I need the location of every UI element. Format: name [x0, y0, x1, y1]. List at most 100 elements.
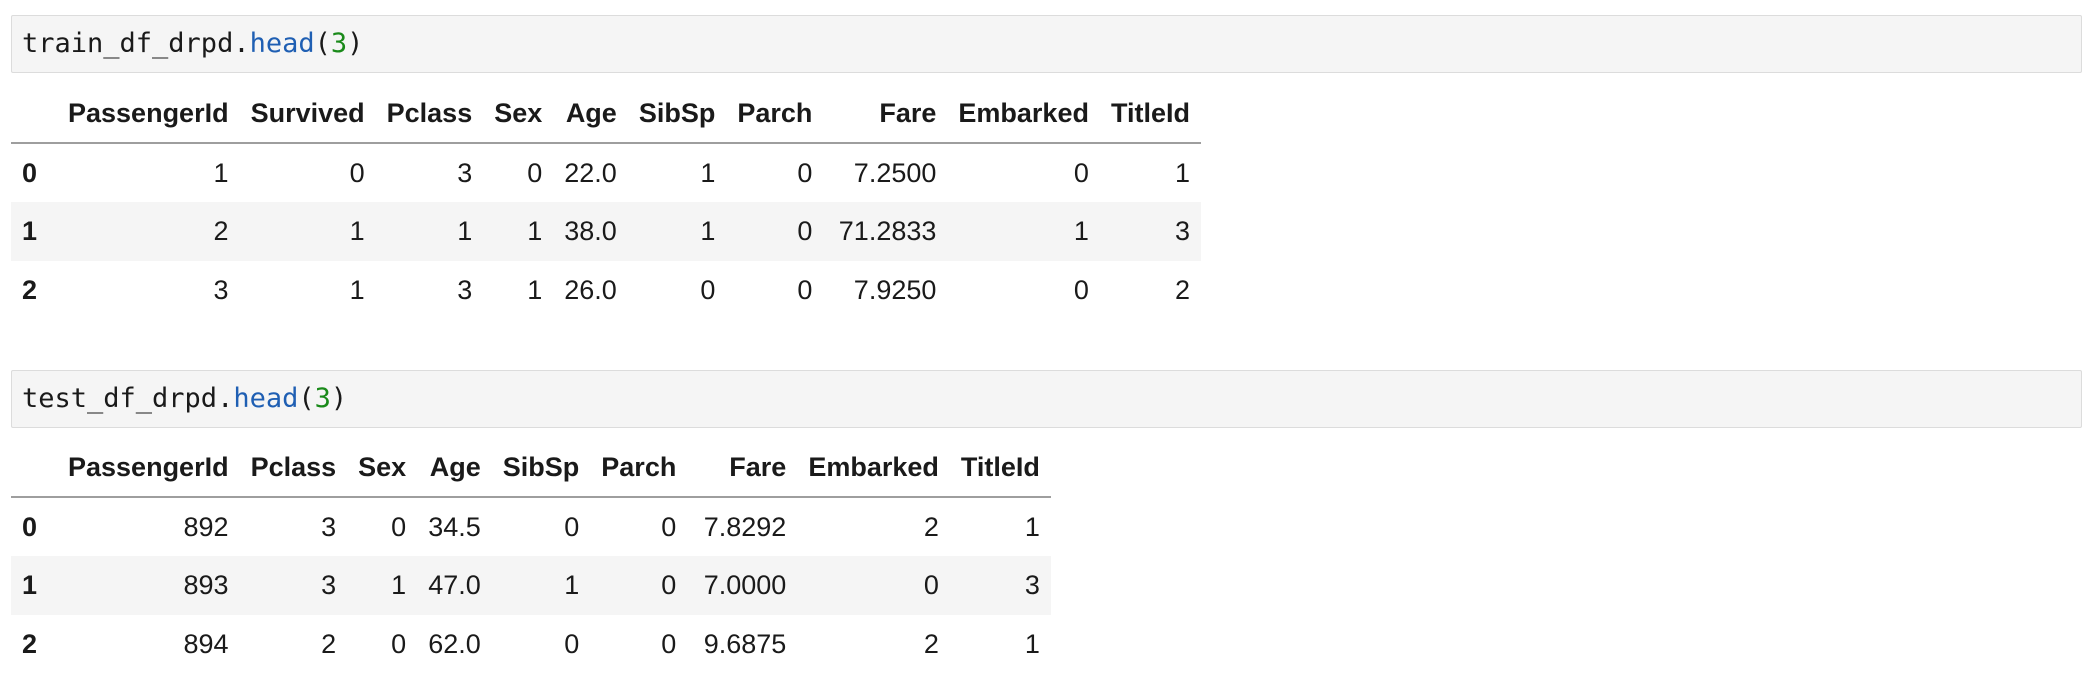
column-header: TitleId	[1099, 85, 1201, 144]
table-cell: 0	[797, 275, 813, 305]
code-paren-close: )	[347, 28, 364, 59]
table-cell: 2	[1174, 275, 1190, 305]
column-header: Age	[553, 85, 628, 144]
table-cell: 1	[700, 216, 716, 246]
row-index: 1	[22, 216, 38, 246]
table-cell: 3	[321, 511, 337, 542]
table-cell: 62.0	[428, 629, 481, 659]
table-cell: 0	[1073, 157, 1089, 188]
code-object: test_df_drpd.	[22, 383, 234, 414]
column-header: SibSp	[491, 439, 591, 498]
table-cell: 2	[923, 511, 939, 542]
table-cell: 1	[527, 275, 543, 305]
table-cell: 1	[391, 570, 407, 600]
code-method: head	[233, 383, 299, 414]
table-cell: 7.9250	[853, 275, 937, 305]
column-header: PassengerId	[57, 85, 240, 144]
table-cell: 3	[1174, 216, 1190, 246]
row-index: 1	[22, 570, 38, 600]
code-method: head	[249, 28, 315, 59]
dataframe-table-test: PassengerId Pclass Sex Age SibSp Parch F…	[11, 439, 1051, 674]
table-cell: 7.0000	[703, 570, 787, 600]
table-cell: 3	[321, 570, 337, 600]
table-cell: 892	[183, 511, 229, 542]
table-cell: 2	[213, 216, 229, 246]
table-cell: 38.0	[564, 216, 617, 246]
row-index: 0	[22, 511, 38, 542]
column-header: Fare	[823, 85, 948, 144]
column-header: Pclass	[239, 439, 348, 498]
table-row: 2 3 1 3 1 26.0 0 0 7.9250 0 2	[11, 261, 1201, 320]
code-cell-train[interactable]: train_df_drpd.head(3)	[11, 15, 2082, 73]
table-header-row: PassengerId Survived Pclass Sex Age SibS…	[11, 85, 1201, 144]
code-paren-close: )	[330, 383, 348, 414]
table-cell: 0	[661, 570, 677, 600]
table-cell: 1	[527, 216, 543, 246]
table-cell: 0	[661, 629, 677, 659]
table-cell: 1	[349, 216, 365, 246]
table-cell: 2	[321, 629, 337, 659]
table-cell: 1	[1073, 216, 1089, 246]
table-row: 0 1 0 3 0 22.0 1 0 7.2500 0 1	[11, 143, 1201, 202]
column-header: Fare	[687, 439, 798, 498]
table-cell: 2	[923, 629, 939, 659]
code-object: train_df_drpd.	[22, 28, 250, 59]
code-arg: 3	[330, 28, 348, 59]
table-cell: 9.6875	[703, 629, 787, 659]
row-index: 2	[22, 275, 38, 305]
table-cell: 893	[183, 570, 229, 600]
table-cell: 1	[349, 275, 365, 305]
table-row: 1 893 3 1 47.0 1 0 7.0000 0 3	[11, 556, 1051, 615]
column-header: Sex	[483, 85, 554, 144]
index-header	[11, 85, 57, 144]
column-header: SibSp	[627, 85, 727, 144]
code-paren-open: (	[314, 28, 331, 59]
table-cell: 0	[564, 629, 580, 659]
table-cell: 34.5	[428, 511, 481, 542]
row-index: 0	[22, 157, 38, 188]
code-cell-test[interactable]: test_df_drpd.head(3)	[11, 370, 2082, 428]
table-cell: 0	[391, 511, 407, 542]
output-test: PassengerId Pclass Sex Age SibSp Parch F…	[11, 439, 1051, 674]
table-cell: 1	[213, 157, 229, 188]
column-header: Parch	[590, 439, 688, 498]
table-cell: 0	[1073, 275, 1089, 305]
table-cell: 22.0	[564, 157, 617, 188]
column-header: Sex	[347, 439, 418, 498]
column-header: Pclass	[375, 85, 484, 144]
table-cell: 0	[349, 157, 365, 188]
table-cell: 3	[1024, 570, 1040, 600]
table-cell: 7.2500	[853, 157, 937, 188]
column-header: PassengerId	[57, 439, 240, 498]
column-header: Embarked	[797, 439, 950, 498]
table-cell: 1	[1024, 511, 1040, 542]
table-cell: 1	[700, 157, 716, 188]
table-cell: 0	[564, 511, 580, 542]
table-cell: 1	[1024, 629, 1040, 659]
table-cell: 0	[923, 570, 939, 600]
column-header: Parch	[726, 85, 824, 144]
output-train: PassengerId Survived Pclass Sex Age SibS…	[11, 85, 1201, 320]
table-cell: 47.0	[428, 570, 481, 600]
code-arg: 3	[314, 383, 331, 414]
table-cell: 26.0	[564, 275, 617, 305]
column-header: Age	[417, 439, 492, 498]
row-index: 2	[22, 629, 38, 659]
table-cell: 3	[213, 275, 229, 305]
table-cell: 0	[797, 157, 813, 188]
table-cell: 1	[564, 570, 580, 600]
table-cell: 0	[700, 275, 716, 305]
dataframe-table-train: PassengerId Survived Pclass Sex Age SibS…	[11, 85, 1201, 320]
code-paren-open: (	[298, 383, 315, 414]
table-cell: 3	[457, 275, 473, 305]
table-row: 1 2 1 1 1 38.0 1 0 71.2833 1 3	[11, 202, 1201, 261]
table-cell: 0	[391, 629, 407, 659]
column-header: Survived	[239, 85, 376, 144]
table-row: 0 892 3 0 34.5 0 0 7.8292 2 1	[11, 497, 1051, 556]
table-cell: 7.8292	[703, 511, 787, 542]
column-header: TitleId	[949, 439, 1051, 498]
table-header-row: PassengerId Pclass Sex Age SibSp Parch F…	[11, 439, 1051, 498]
table-cell: 1	[457, 216, 473, 246]
table-cell: 0	[527, 157, 543, 188]
table-cell: 1	[1174, 157, 1190, 188]
